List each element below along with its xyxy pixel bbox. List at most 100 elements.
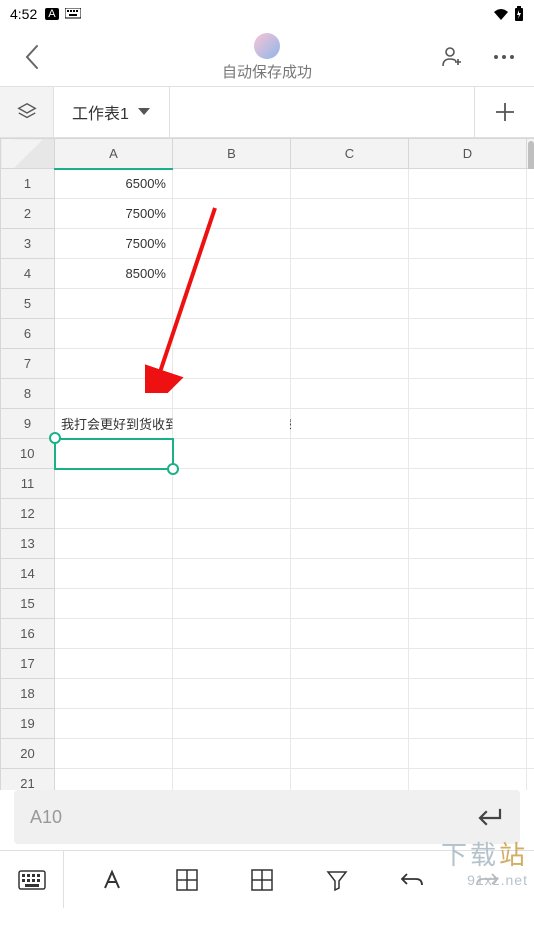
row-header[interactable]: 18 xyxy=(1,679,55,709)
cell[interactable] xyxy=(409,649,527,679)
formula-bar[interactable]: A10 xyxy=(14,790,520,844)
cell[interactable] xyxy=(291,229,409,259)
column-header-B[interactable]: B xyxy=(173,139,291,169)
cell[interactable] xyxy=(55,649,173,679)
cell[interactable] xyxy=(291,559,409,589)
cell[interactable] xyxy=(291,679,409,709)
redo-button[interactable] xyxy=(469,862,505,898)
cell[interactable]: 7500% xyxy=(55,229,173,259)
row-header[interactable]: 4 xyxy=(1,259,55,289)
cell[interactable] xyxy=(55,709,173,739)
avatar[interactable] xyxy=(254,33,280,59)
cell[interactable] xyxy=(55,469,173,499)
cell[interactable]: 我打会更好到货收到符合红花岗股票广交会费 xyxy=(55,409,173,439)
cell[interactable] xyxy=(173,559,291,589)
cell[interactable] xyxy=(409,619,527,649)
cell[interactable] xyxy=(173,169,291,199)
cell[interactable] xyxy=(55,439,173,469)
row-header[interactable]: 15 xyxy=(1,589,55,619)
cell[interactable] xyxy=(409,199,527,229)
cell[interactable] xyxy=(291,709,409,739)
row-header[interactable]: 6 xyxy=(1,319,55,349)
cell[interactable] xyxy=(173,199,291,229)
enter-button[interactable] xyxy=(474,802,504,832)
cell[interactable] xyxy=(55,319,173,349)
cell[interactable] xyxy=(409,679,527,709)
cell[interactable] xyxy=(55,679,173,709)
row-header[interactable]: 19 xyxy=(1,709,55,739)
cell[interactable] xyxy=(409,259,527,289)
cell[interactable] xyxy=(409,739,527,769)
row-header[interactable]: 1 xyxy=(1,169,55,199)
column-header-D[interactable]: D xyxy=(409,139,527,169)
more-menu-button[interactable] xyxy=(492,54,516,60)
column-header-A[interactable]: A xyxy=(55,139,173,169)
select-all-corner[interactable] xyxy=(1,139,55,169)
cell[interactable] xyxy=(291,529,409,559)
cell[interactable] xyxy=(173,649,291,679)
cell[interactable] xyxy=(291,409,409,439)
cell[interactable] xyxy=(173,769,291,791)
row-header[interactable]: 14 xyxy=(1,559,55,589)
row-header[interactable]: 2 xyxy=(1,199,55,229)
cell[interactable] xyxy=(291,739,409,769)
cell[interactable] xyxy=(55,289,173,319)
row-header[interactable]: 12 xyxy=(1,499,55,529)
cell[interactable] xyxy=(55,559,173,589)
cell[interactable] xyxy=(409,499,527,529)
cell[interactable] xyxy=(173,469,291,499)
cell[interactable] xyxy=(291,199,409,229)
cell[interactable] xyxy=(291,259,409,289)
cell[interactable] xyxy=(409,529,527,559)
cell[interactable] xyxy=(173,619,291,649)
cell[interactable] xyxy=(291,439,409,469)
cell[interactable] xyxy=(173,679,291,709)
cell[interactable] xyxy=(291,619,409,649)
cell[interactable] xyxy=(409,169,527,199)
row-header[interactable]: 5 xyxy=(1,289,55,319)
cell[interactable] xyxy=(409,709,527,739)
row-header[interactable]: 3 xyxy=(1,229,55,259)
row-header[interactable]: 8 xyxy=(1,379,55,409)
back-button[interactable] xyxy=(18,43,46,71)
row-header[interactable]: 21 xyxy=(1,769,55,791)
row-header[interactable]: 13 xyxy=(1,529,55,559)
selection-handle[interactable] xyxy=(167,463,179,475)
cell[interactable] xyxy=(291,469,409,499)
cell[interactable] xyxy=(173,379,291,409)
cell[interactable] xyxy=(173,289,291,319)
cell[interactable] xyxy=(173,439,291,469)
cell[interactable] xyxy=(291,349,409,379)
row-header[interactable]: 17 xyxy=(1,649,55,679)
sheet-layers-button[interactable] xyxy=(0,87,54,137)
add-sheet-button[interactable] xyxy=(474,87,534,137)
cell[interactable] xyxy=(173,709,291,739)
cell[interactable] xyxy=(173,229,291,259)
cell[interactable] xyxy=(409,769,527,791)
column-header-C[interactable]: C xyxy=(291,139,409,169)
cell[interactable] xyxy=(55,619,173,649)
cell[interactable] xyxy=(291,589,409,619)
filter-button[interactable] xyxy=(319,862,355,898)
cell[interactable] xyxy=(409,559,527,589)
cell[interactable] xyxy=(55,379,173,409)
cell[interactable]: 7500% xyxy=(55,199,173,229)
cells-button[interactable] xyxy=(244,862,280,898)
cell[interactable] xyxy=(409,349,527,379)
row-header[interactable]: 16 xyxy=(1,619,55,649)
sheet-tab-active[interactable]: 工作表1 xyxy=(54,87,170,137)
cell[interactable] xyxy=(291,289,409,319)
cell[interactable]: 8500% xyxy=(55,259,173,289)
cell[interactable] xyxy=(291,499,409,529)
row-header[interactable]: 9 xyxy=(1,409,55,439)
row-header[interactable]: 11 xyxy=(1,469,55,499)
cell[interactable] xyxy=(55,529,173,559)
selection-handle[interactable] xyxy=(49,432,61,444)
cell[interactable] xyxy=(291,649,409,679)
cell[interactable] xyxy=(409,409,527,439)
cell[interactable] xyxy=(173,589,291,619)
cell[interactable] xyxy=(173,499,291,529)
cell[interactable] xyxy=(409,379,527,409)
cell[interactable] xyxy=(173,739,291,769)
undo-button[interactable] xyxy=(394,862,430,898)
